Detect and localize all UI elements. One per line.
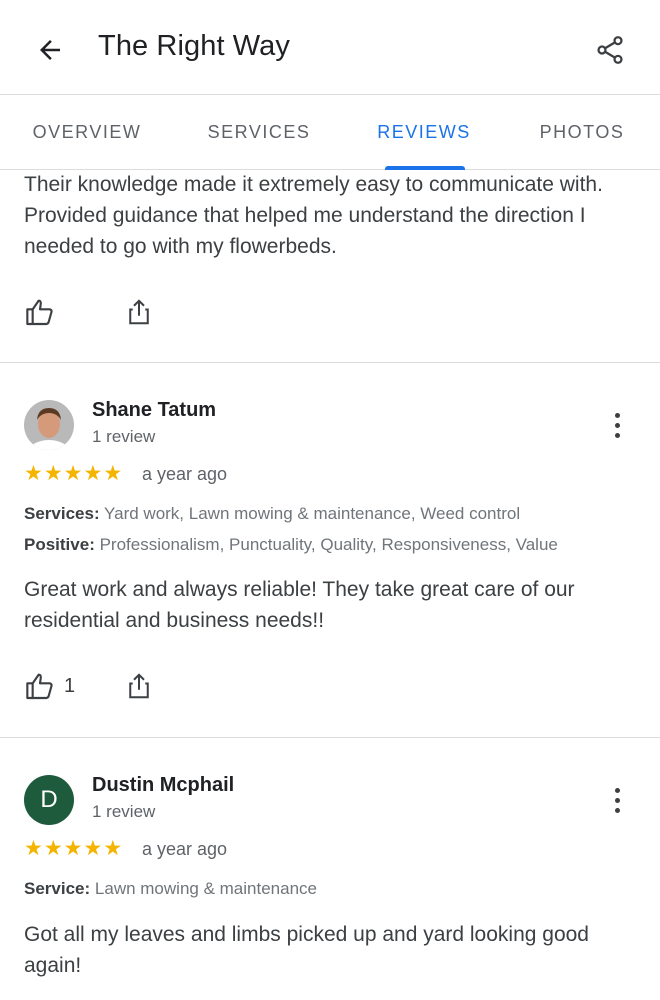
star-icon: ★ <box>24 462 43 485</box>
reviewer-name[interactable]: Dustin Mcphail <box>92 774 234 797</box>
like-button[interactable] <box>24 296 56 328</box>
positive-line: Positive: Professionalism, Punctuality, … <box>24 535 558 555</box>
positive-value: Professionalism, Punctuality, Quality, R… <box>99 535 558 554</box>
tab-bar: OVERVIEW SERVICES REVIEWS PHOTOS <box>0 95 660 170</box>
more-options-button[interactable] <box>602 780 632 820</box>
star-icon: ★ <box>43 462 63 485</box>
star-icon: ★ <box>83 462 103 485</box>
review-count: 1 review <box>92 427 156 446</box>
service-line: Service: Lawn mowing & maintenance <box>24 879 317 899</box>
thumb-up-icon <box>26 299 53 326</box>
app-bar: The Right Way <box>0 0 660 95</box>
avatar-initial: D <box>40 786 58 813</box>
review-actions: 1 <box>24 666 224 706</box>
share-icon <box>597 36 623 64</box>
review-time: a year ago <box>142 464 228 484</box>
share-review-icon <box>129 299 149 325</box>
star-icon: ★ <box>43 837 63 860</box>
service-value: Lawn mowing & maintenance <box>94 879 317 898</box>
review-actions <box>24 292 224 332</box>
services-line: Services: Yard work, Lawn mowing & maint… <box>24 504 520 524</box>
star-rating: ★ ★ ★ ★ ★ <box>24 838 122 860</box>
review-text: Great work and always reliable! They tak… <box>24 578 575 632</box>
tab-photos[interactable]: PHOTOS <box>513 95 651 169</box>
arrow-back-icon <box>40 40 60 60</box>
review-count: 1 review <box>92 802 156 821</box>
review-time: a year ago <box>142 839 228 859</box>
star-icon: ★ <box>103 462 123 485</box>
divider <box>0 737 660 738</box>
services-value: Yard work, Lawn mowing & maintenance, We… <box>104 504 521 523</box>
service-label: Service: <box>24 879 91 898</box>
back-button[interactable] <box>28 28 72 72</box>
more-options-button[interactable] <box>602 405 632 445</box>
avatar[interactable]: D <box>24 775 74 825</box>
avatar-photo-icon <box>24 400 74 450</box>
page-title: The Right Way <box>98 30 291 62</box>
star-icon: ★ <box>24 837 43 860</box>
star-icon: ★ <box>63 837 83 860</box>
reviewer-name[interactable]: Shane Tatum <box>92 399 216 422</box>
share-review-button[interactable] <box>124 292 154 332</box>
review-text: Their knowledge made it extremely easy t… <box>24 173 603 258</box>
more-vert-icon <box>614 412 620 418</box>
star-icon: ★ <box>83 837 103 860</box>
divider <box>0 362 660 363</box>
like-count: 1 <box>64 674 76 697</box>
star-rating: ★ ★ ★ ★ ★ <box>24 463 122 485</box>
review-text: Got all my leaves and limbs picked up an… <box>24 923 589 977</box>
avatar[interactable] <box>24 400 74 450</box>
like-button[interactable]: 1 <box>24 670 75 702</box>
star-icon: ★ <box>63 462 83 485</box>
share-button[interactable] <box>588 28 632 72</box>
tab-reviews[interactable]: REVIEWS <box>355 95 493 169</box>
tab-overview[interactable]: OVERVIEW <box>18 95 156 169</box>
tab-services[interactable]: SERVICES <box>190 95 328 169</box>
thumb-up-icon <box>26 673 53 700</box>
more-vert-icon <box>614 787 620 793</box>
share-review-icon <box>129 673 149 699</box>
share-review-button[interactable] <box>124 666 154 706</box>
star-icon: ★ <box>103 837 123 860</box>
services-label: Services: <box>24 504 100 523</box>
positive-label: Positive: <box>24 535 95 554</box>
